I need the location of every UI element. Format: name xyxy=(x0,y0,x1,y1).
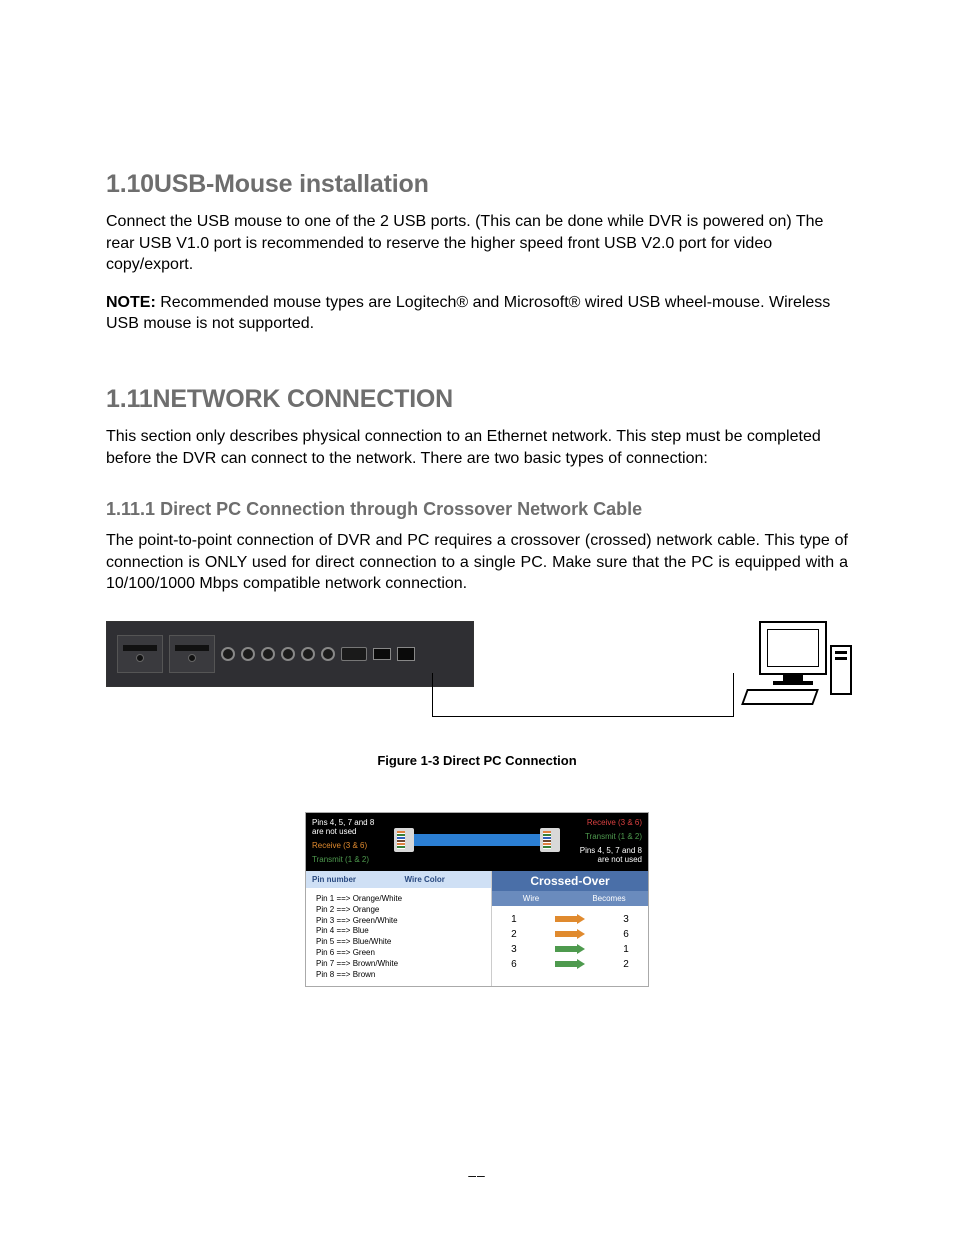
pin-row: Pin 3 ==> Green/White xyxy=(316,916,481,927)
wire-to: 1 xyxy=(623,944,629,955)
usb-port-icon xyxy=(373,648,391,660)
becomes-header: Becomes xyxy=(570,891,648,906)
heading-1111-number: 1.11.1 xyxy=(106,499,155,519)
heading-1111: 1.11.1 Direct PC Connection through Cros… xyxy=(106,499,848,520)
bnc-port-icon xyxy=(221,647,235,661)
label: are not used xyxy=(312,827,356,836)
figure-1-3: Figure 1-3 Direct PC Connection Pins 4, … xyxy=(106,621,848,987)
mapping-row: 13 xyxy=(492,912,648,927)
wire-header: Wire xyxy=(492,891,570,906)
pin-color-rows: Pin 1 ==> Orange/White Pin 2 ==> Orange … xyxy=(306,888,491,986)
heading-110-title: USB-Mouse installation xyxy=(154,170,429,198)
wire-from: 6 xyxy=(511,959,517,970)
pc-icon xyxy=(738,621,848,713)
pin-row: Pin 4 ==> Blue xyxy=(316,926,481,937)
bnc-port-icon xyxy=(321,647,335,661)
heading-111-title: NETWORK CONNECTION xyxy=(152,385,453,413)
keyboard-icon xyxy=(741,689,819,705)
para-110-1: Connect the USB mouse to one of the 2 US… xyxy=(106,211,848,276)
wire-from: 3 xyxy=(511,944,517,955)
label-transmit: Transmit (1 & 2) xyxy=(312,856,471,865)
arrow-icon xyxy=(555,914,585,924)
pin-row: Pin 6 ==> Green xyxy=(316,948,481,959)
mapping-row: 26 xyxy=(492,927,648,942)
bnc-port-icon xyxy=(301,647,315,661)
page: 1.10USB-Mouse installation Connect the U… xyxy=(0,0,954,1243)
dvr-terminal-block-icon xyxy=(169,635,215,673)
crossover-cable-icon xyxy=(432,673,734,717)
connection-row xyxy=(106,621,848,713)
heading-111: 1.11NETWORK CONNECTION xyxy=(106,385,848,414)
crossed-over-header: Crossed-Over xyxy=(492,871,648,891)
para-110-note: NOTE: Recommended mouse types are Logite… xyxy=(106,292,848,335)
wire-to: 6 xyxy=(623,929,629,940)
heading-1111-title: Direct PC Connection through Crossover N… xyxy=(160,499,642,519)
wire-color-header: Wire Color xyxy=(399,871,492,888)
bnc-port-icon xyxy=(281,647,295,661)
pin-row: Pin 5 ==> Blue/White xyxy=(316,937,481,948)
wire-to: 3 xyxy=(623,914,629,925)
label-receive: Receive (3 & 6) xyxy=(587,819,642,828)
crossover-diagram: Pins 4, 5, 7 and 8are not used Receive (… xyxy=(305,812,649,987)
wire-from: 2 xyxy=(511,929,517,940)
arrow-icon xyxy=(555,959,585,969)
label: are not used xyxy=(598,855,642,864)
tower-icon xyxy=(830,645,852,695)
mapping-rows: 13263162 xyxy=(492,906,648,978)
lan-port-icon xyxy=(397,647,415,661)
pin-row: Pin 8 ==> Brown xyxy=(316,970,481,981)
page-footer: –– xyxy=(106,1167,848,1183)
pin-row: Pin 1 ==> Orange/White xyxy=(316,894,481,905)
arrow-icon xyxy=(555,929,585,939)
note-label: NOTE: xyxy=(106,294,156,311)
pin-color-table: Pin number Wire Color Pin 1 ==> Orange/W… xyxy=(306,871,492,986)
crossover-mapping-table: Crossed-Over Wire Becomes 13263162 xyxy=(492,871,648,986)
wire-from: 1 xyxy=(511,914,517,925)
crossover-cable-header: Pins 4, 5, 7 and 8are not used Receive (… xyxy=(306,813,648,871)
bnc-port-icon xyxy=(241,647,255,661)
heading-110: 1.10USB-Mouse installation xyxy=(106,170,848,199)
vga-port-icon xyxy=(341,647,367,661)
arrow-icon xyxy=(555,944,585,954)
heading-110-number: 1.10 xyxy=(106,170,154,199)
rj45-plug-icon xyxy=(394,828,414,852)
rj45-cable-icon xyxy=(394,825,560,855)
pin-number-header: Pin number xyxy=(306,871,399,888)
wire-to: 2 xyxy=(623,959,629,970)
label-transmit: Transmit (1 & 2) xyxy=(585,833,642,842)
mapping-row: 31 xyxy=(492,942,648,957)
para-1111-1: The point-to-point connection of DVR and… xyxy=(106,530,848,595)
bnc-port-icon xyxy=(261,647,275,661)
monitor-icon xyxy=(759,621,827,675)
note-text: Recommended mouse types are Logitech® an… xyxy=(106,294,830,333)
label: Pins 4, 5, 7 and 8 xyxy=(312,818,374,827)
pin-row: Pin 7 ==> Brown/White xyxy=(316,959,481,970)
pin-row: Pin 2 ==> Orange xyxy=(316,905,481,916)
dvr-terminal-block-icon xyxy=(117,635,163,673)
dvr-device-icon xyxy=(106,621,474,687)
rj45-plug-icon xyxy=(540,828,560,852)
para-111-1: This section only describes physical con… xyxy=(106,426,848,469)
label: Pins 4, 5, 7 and 8 xyxy=(580,846,642,855)
figure-caption: Figure 1-3 Direct PC Connection xyxy=(106,753,848,768)
mapping-row: 62 xyxy=(492,957,648,972)
heading-111-number: 1.11 xyxy=(106,385,152,414)
